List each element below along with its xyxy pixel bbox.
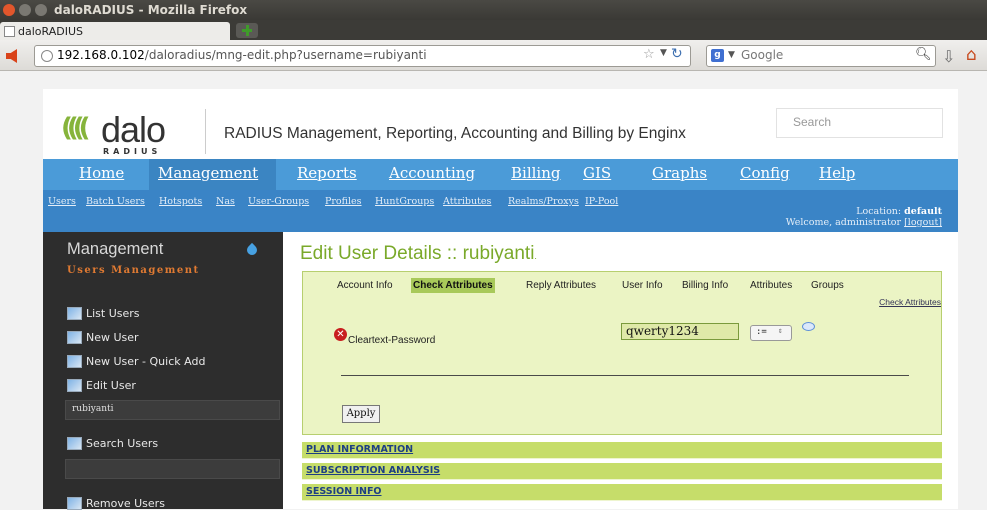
reload-icon[interactable]: ↻ xyxy=(671,46,683,62)
panel-divider xyxy=(341,375,909,376)
tab-reply-attributes[interactable]: Reply Attributes xyxy=(524,278,599,293)
url-dropdown-icon[interactable]: ▼ xyxy=(660,48,667,58)
dalo-logo[interactable]: (((( dalo RADIUS xyxy=(61,109,191,159)
nav-graphs[interactable]: Graphs xyxy=(652,164,707,182)
search-icon[interactable]: 🔍︎ xyxy=(915,47,932,62)
window-titlebar: daloRADIUS - Mozilla Firefox xyxy=(0,0,987,20)
window-maximize-button[interactable] xyxy=(35,4,47,16)
url-text[interactable]: 192.168.0.102/daloradius/mng-edit.php?us… xyxy=(57,48,427,62)
browser-search-input[interactable]: Google xyxy=(741,48,783,62)
tab-attributes[interactable]: Attributes xyxy=(748,278,795,293)
search-engine-icon[interactable]: g xyxy=(711,49,724,62)
window-minimize-button[interactable] xyxy=(19,4,31,16)
title-dot: . xyxy=(534,251,537,261)
nav-billing[interactable]: Billing xyxy=(511,164,560,182)
dalo-container: (((( dalo RADIUS RADIUS Management, Repo… xyxy=(43,89,958,510)
page-viewport: (((( dalo RADIUS RADIUS Management, Repo… xyxy=(0,71,987,510)
subnav-batch-users[interactable]: Batch Users xyxy=(86,196,145,207)
subnav-huntgroups[interactable]: HuntGroups xyxy=(375,196,434,207)
location-value: default xyxy=(904,206,942,217)
section-session-info[interactable]: SESSION INFO xyxy=(302,484,942,501)
new-user-icon xyxy=(67,331,82,344)
sidebar: Management Users Management List Users N… xyxy=(43,232,283,510)
edit-user-icon xyxy=(67,379,82,392)
download-icon[interactable]: ⇩ xyxy=(942,47,955,66)
delete-attribute-icon[interactable]: ✕ xyxy=(334,328,347,341)
subnav-profiles[interactable]: Profiles xyxy=(325,196,362,207)
check-attributes-link[interactable]: Check Attributes xyxy=(879,297,941,307)
logout-link[interactable]: [logout] xyxy=(904,217,942,228)
bookmark-star-icon[interactable]: ☆ xyxy=(643,47,655,62)
nav-management[interactable]: Management xyxy=(158,164,258,182)
home-icon[interactable]: ⌂ xyxy=(966,45,977,65)
back-arrow-icon[interactable] xyxy=(6,49,17,63)
logo-swirl-icon: (((( xyxy=(61,113,90,143)
operator-select[interactable]: := ⇕ xyxy=(750,325,792,341)
header-separator xyxy=(205,109,206,154)
site-search-placeholder: Search xyxy=(793,115,832,129)
quick-add-icon xyxy=(67,355,82,368)
edit-panel: Account Info Check Attributes Reply Attr… xyxy=(302,271,942,435)
search-users-icon xyxy=(67,437,82,450)
tab-billing-info[interactable]: Billing Info xyxy=(680,278,731,293)
page-icon xyxy=(4,26,15,37)
url-bar[interactable]: 192.168.0.102/daloradius/mng-edit.php?us… xyxy=(34,45,691,67)
search-users-input[interactable] xyxy=(65,459,280,479)
nav-accounting[interactable]: Accounting xyxy=(389,164,475,182)
subnav-ip-pool[interactable]: IP-Pool xyxy=(585,196,618,207)
browser-tab[interactable]: daloRADIUS xyxy=(0,22,230,40)
window-close-button[interactable] xyxy=(3,4,15,16)
page-title: Edit User Details :: rubiyanti. xyxy=(300,243,537,264)
browser-search-bar[interactable]: g ▼ Google 🔍︎ xyxy=(706,45,936,67)
drop-icon xyxy=(244,242,260,258)
tab-groups[interactable]: Groups xyxy=(809,278,846,293)
subnav-nas[interactable]: Nas xyxy=(216,196,235,207)
welcome-text: Welcome, administrator xyxy=(785,217,902,228)
main-nav: Home Management Reports Accounting Billi… xyxy=(43,159,958,190)
nav-help[interactable]: Help xyxy=(819,164,855,182)
globe-icon xyxy=(41,50,53,62)
nav-home[interactable]: Home xyxy=(79,164,124,182)
edit-user-input[interactable]: rubiyanti xyxy=(65,400,280,420)
header-tagline: RADIUS Management, Reporting, Accounting… xyxy=(224,125,686,142)
location-label: Location: xyxy=(856,206,902,217)
sub-nav: Users Batch Users Hotspots Nas User-Grou… xyxy=(43,190,958,232)
apply-button[interactable]: Apply xyxy=(342,405,380,423)
sidebar-title: Management xyxy=(67,240,164,258)
attribute-info-icon[interactable] xyxy=(802,322,815,331)
location-welcome: Location: default Welcome, administrator… xyxy=(786,206,942,228)
remove-users-icon xyxy=(67,497,82,510)
browser-tabbar: daloRADIUS xyxy=(0,20,987,40)
logo-text: dalo xyxy=(101,109,166,150)
subnav-users[interactable]: Users xyxy=(48,196,76,207)
tab-check-attributes[interactable]: Check Attributes xyxy=(411,278,495,293)
section-plan-information[interactable]: PLAN INFORMATION xyxy=(302,442,942,459)
subnav-attributes[interactable]: Attributes xyxy=(443,196,491,207)
sidebar-subtitle: Users Management xyxy=(67,265,200,276)
browser-navbar: 192.168.0.102/daloradius/mng-edit.php?us… xyxy=(0,40,987,71)
subnav-hotspots[interactable]: Hotspots xyxy=(159,196,202,207)
attribute-value-input[interactable]: qwerty1234 xyxy=(621,323,739,340)
new-tab-button[interactable] xyxy=(236,23,258,38)
attribute-name: Cleartext-Password xyxy=(348,335,436,346)
engine-dropdown-icon[interactable]: ▼ xyxy=(728,50,735,60)
site-search-input[interactable]: Search xyxy=(776,108,943,138)
nav-reports[interactable]: Reports xyxy=(297,164,357,182)
browser-tab-label: daloRADIUS xyxy=(18,25,83,38)
nav-config[interactable]: Config xyxy=(740,164,790,182)
tab-account-info[interactable]: Account Info xyxy=(335,278,395,293)
subnav-user-groups[interactable]: User-Groups xyxy=(248,196,309,207)
select-arrows-icon: ⇕ xyxy=(778,326,783,335)
tab-user-info[interactable]: User Info xyxy=(620,278,665,293)
subnav-realms-proxys[interactable]: Realms/Proxys xyxy=(508,196,579,207)
nav-gis[interactable]: GIS xyxy=(583,164,611,182)
list-users-icon xyxy=(67,307,82,320)
logo-subtext: RADIUS xyxy=(103,147,162,156)
window-title: daloRADIUS - Mozilla Firefox xyxy=(54,3,248,17)
section-subscription-analysis[interactable]: SUBSCRIPTION ANALYSIS xyxy=(302,463,942,480)
